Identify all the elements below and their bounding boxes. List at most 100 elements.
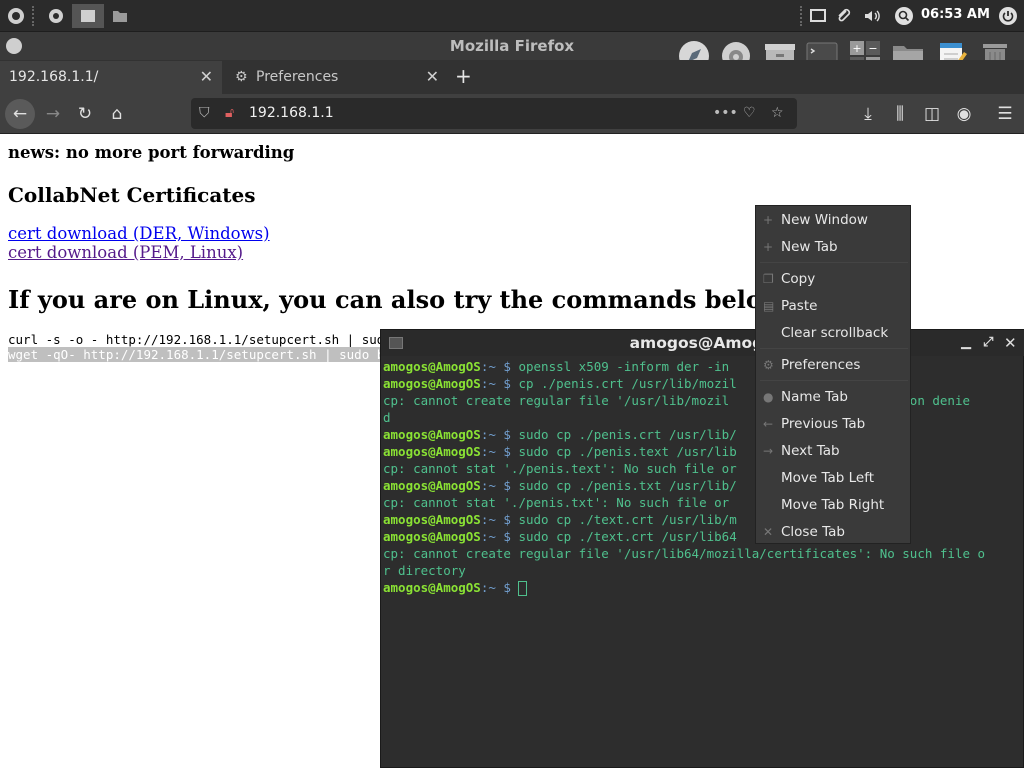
account-icon[interactable]: ◉ <box>949 99 979 129</box>
window-icon[interactable] <box>806 4 830 28</box>
prompt-dir: :~ $ <box>480 427 511 442</box>
terminal-window-icon <box>389 337 403 349</box>
reload-button[interactable]: ↻ <box>70 99 100 129</box>
volume-icon[interactable] <box>860 4 884 28</box>
menu-item-label: Preferences <box>781 357 861 373</box>
info-icon: ● <box>763 390 774 404</box>
close-tab-icon[interactable]: ✕ <box>426 61 439 93</box>
clock: 06:53 AM <box>921 7 990 22</box>
navigation-toolbar: ← → ↻ ⌂ ⛉ 🔓︎ 192.168.1.1 ••• ♡ ☆ ⤓ ⫼ ◫ ◉… <box>0 94 1024 134</box>
tab-label: Preferences <box>256 69 339 85</box>
menu-item-new-tab[interactable]: + New Tab <box>756 235 912 259</box>
menu-item-label: Move Tab Right <box>781 497 885 513</box>
line-text <box>511 580 519 595</box>
prompt-user: amogos@AmogOS <box>383 376 481 391</box>
firefox-launcher-icon[interactable] <box>44 4 68 28</box>
terminal-context-menu: + New Window + New Tab ❐ Copy ▤ Paste Clear scro… <box>755 205 911 544</box>
copy-icon: ❐ <box>763 272 774 286</box>
prompt-user: amogos@AmogOS <box>383 444 481 459</box>
download-icon[interactable]: ⤓ <box>853 99 883 129</box>
terminal-line: amogos@AmogOS:~ $ cp ./penis.crt /usr/li… <box>383 375 1023 392</box>
new-tab-button[interactable]: + <box>455 60 472 92</box>
top-panel: 06:53 AM <box>0 0 1024 32</box>
library-icon[interactable]: ⫼ <box>885 99 915 129</box>
paperclip-icon[interactable] <box>832 4 856 28</box>
plus-icon: + <box>763 213 774 227</box>
url-text[interactable]: 192.168.1.1 <box>249 105 334 121</box>
tab-192-168-1-1[interactable]: 192.168.1.1/ ✕ <box>0 61 222 94</box>
section-heading: CollabNet Certificates <box>8 183 256 207</box>
menu-hamburger-icon[interactable]: ☰ <box>990 99 1020 129</box>
shield-icon[interactable]: ⛉ <box>199 98 210 129</box>
firefox-window-icon <box>6 38 22 54</box>
menu-item-label: Clear scrollback <box>781 325 889 341</box>
svg-text:−: − <box>868 42 877 55</box>
terminal-titlebar: amogos@AmogO ▁ ⤢ ✕ <box>381 330 1024 356</box>
files-taskbar-icon[interactable] <box>108 4 132 28</box>
minimize-icon[interactable]: ▁ <box>961 330 971 356</box>
terminal-line: r directory <box>383 562 1023 579</box>
menu-separator <box>760 380 908 381</box>
terminal-output[interactable]: amogos@AmogOS:~ $ openssl x509 -inform d… <box>383 358 1023 596</box>
paste-icon: ▤ <box>763 299 775 313</box>
prompt-dir: :~ $ <box>480 359 511 374</box>
terminal-line: cp: cannot create regular file '/usr/lib… <box>383 545 1023 562</box>
line-text: cp: cannot stat './penis.txt': No such f… <box>383 495 730 510</box>
terminal-line: d <box>383 409 1023 426</box>
prompt-dir: :~ $ <box>480 512 511 527</box>
menu-item-label: Paste <box>781 298 818 314</box>
menu-item-label: Previous Tab <box>781 416 866 432</box>
menu-item-name-tab[interactable]: ● Name Tab <box>756 385 912 409</box>
back-button[interactable]: ← <box>5 99 35 129</box>
gear-icon: ⚙ <box>235 69 248 85</box>
tab-bar: 192.168.1.1/ ✕ ⚙ Preferences ✕ + <box>0 60 1024 94</box>
sidebar-icon[interactable]: ◫ <box>917 99 947 129</box>
bookmark-star-icon[interactable]: ☆ <box>771 98 784 129</box>
menu-item-previous-tab[interactable]: ← Previous Tab <box>756 412 912 436</box>
menu-icon[interactable] <box>4 4 28 28</box>
menu-item-label: New Window <box>781 212 868 228</box>
close-tab-icon[interactable]: ✕ <box>200 61 213 93</box>
url-bar[interactable]: ⛉ 🔓︎ 192.168.1.1 ••• ♡ ☆ <box>191 98 797 129</box>
menu-item-preferences[interactable]: ⚙ Preferences <box>756 353 912 377</box>
tab-label: 192.168.1.1/ <box>9 69 99 85</box>
maximize-icon[interactable]: ⤢ <box>983 330 993 356</box>
window-title: Mozilla Firefox <box>449 37 575 55</box>
gear-icon: ⚙ <box>763 358 774 372</box>
prompt-dir: :~ $ <box>480 478 511 493</box>
curl-command: curl -s -o - http://192.168.1.1/setupcer… <box>8 332 392 347</box>
pocket-icon[interactable]: ♡ <box>743 98 756 129</box>
terminal-line: amogos@AmogOS:~ $ <box>383 579 1023 596</box>
terminal-line: amogos@AmogOS:~ $ sudo cp ./penis.txt /u… <box>383 477 1023 494</box>
menu-item-move-tab-right[interactable]: Move Tab Right <box>756 493 912 517</box>
power-icon[interactable] <box>996 4 1020 28</box>
cert-download-pem-link[interactable]: cert download (PEM, Linux) <box>8 243 243 262</box>
terminal-taskbar-icon[interactable] <box>72 4 104 28</box>
prompt-user: amogos@AmogOS <box>383 512 481 527</box>
insecure-lock-icon[interactable]: 🔓︎ <box>225 98 234 129</box>
menu-item-close-tab[interactable]: ✕ Close Tab <box>756 520 912 544</box>
menu-item-clear-scrollback[interactable]: Clear scrollback <box>756 321 912 345</box>
tab-preferences[interactable]: ⚙ Preferences ✕ <box>226 61 448 94</box>
terminal-line: amogos@AmogOS:~ $ sudo cp ./text.crt /us… <box>383 511 1023 528</box>
line-text: d <box>383 410 391 425</box>
home-button[interactable]: ⌂ <box>102 99 132 129</box>
search-icon[interactable] <box>892 4 916 28</box>
close-icon[interactable]: ✕ <box>1004 330 1017 356</box>
svg-text:+: + <box>852 42 861 55</box>
page-actions-icon[interactable]: ••• <box>713 98 738 129</box>
line-text: sudo cp ./text.crt /usr/lib/m <box>510 512 737 527</box>
cert-download-der-link[interactable]: cert download (DER, Windows) <box>8 224 270 243</box>
linux-commands-heading: If you are on Linux, you can also try th… <box>8 285 762 314</box>
forward-button[interactable]: → <box>38 99 68 129</box>
prompt-dir: :~ $ <box>480 444 511 459</box>
menu-item-paste[interactable]: ▤ Paste <box>756 294 912 318</box>
menu-item-new-window[interactable]: + New Window <box>756 208 912 232</box>
prompt-user: amogos@AmogOS <box>383 529 481 544</box>
menu-item-copy[interactable]: ❐ Copy <box>756 267 912 291</box>
arrow-right-icon: → <box>763 444 774 458</box>
terminal-line: amogos@AmogOS:~ $ sudo cp ./text.crt /us… <box>383 528 1023 545</box>
plus-icon: + <box>763 240 774 254</box>
menu-item-move-tab-left[interactable]: Move Tab Left <box>756 466 912 490</box>
menu-item-next-tab[interactable]: → Next Tab <box>756 439 912 463</box>
